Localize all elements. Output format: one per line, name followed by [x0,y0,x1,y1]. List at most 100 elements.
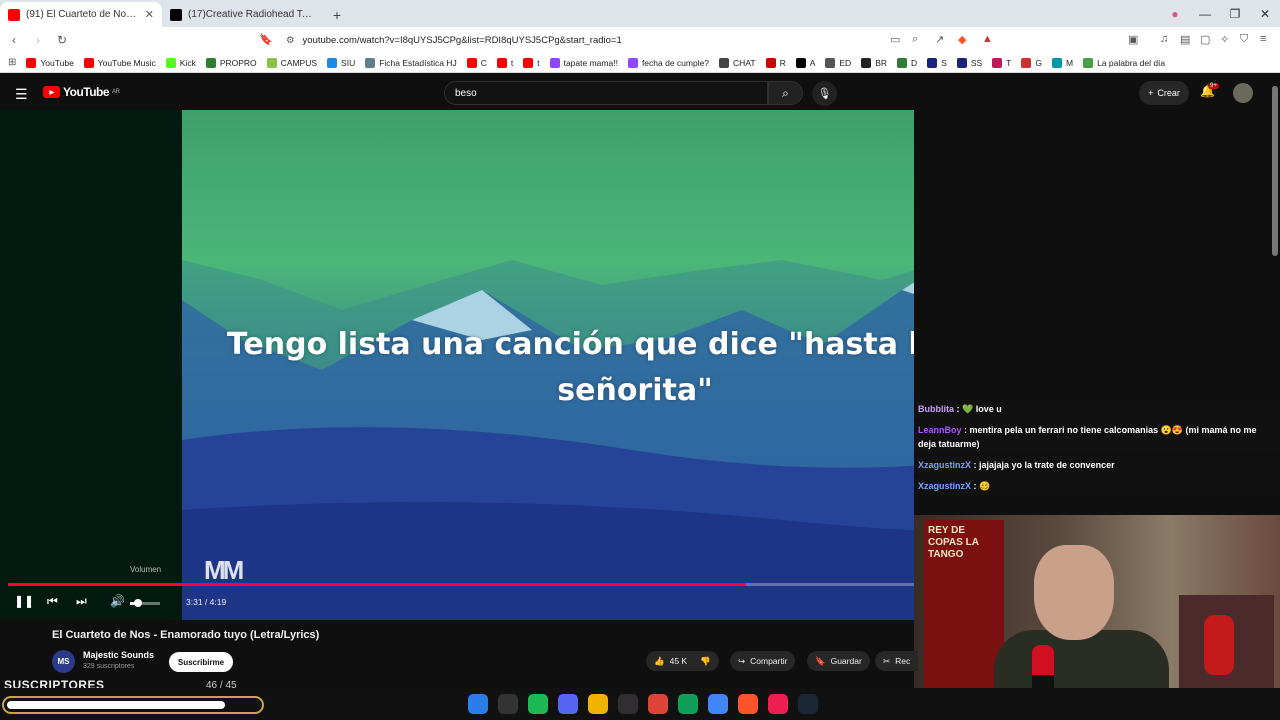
youtube-logo-text: YouTube [63,85,110,99]
bookmark-icon[interactable]: 🔖 [259,33,273,46]
profile-icon[interactable]: ● [1160,7,1190,21]
search-input[interactable]: beso [444,81,768,105]
chat-message: LeannBoy : mentira pela un ferrari no ti… [915,421,1280,453]
spotify-icon[interactable] [528,694,548,714]
next-icon[interactable]: ⏭ [76,594,87,609]
bookmark-item[interactable]: D [897,57,917,68]
bookmark-item[interactable]: M [1051,57,1073,68]
channel-avatar[interactable]: MS [52,650,75,673]
progress-bar[interactable] [8,583,914,586]
close-window-button[interactable]: ✕ [1250,7,1280,21]
bookmark-item[interactable]: S [927,57,947,68]
bookmark-item[interactable]: t [523,57,540,68]
share-icon[interactable]: ↗ [935,33,944,46]
volume-icon[interactable]: 🔊 [110,594,125,608]
tab-tiktok[interactable]: (17)Creative Radiohead Tattoo Desig [162,2,324,27]
bookmark-favicon-icon [365,57,376,68]
channel-name[interactable]: Majestic Sounds [83,650,154,660]
share-button[interactable]: ↪ Compartir [730,651,796,671]
bookmark-item[interactable]: ED [825,57,851,68]
close-tab-icon[interactable]: ✕ [145,8,154,21]
wallet-icon[interactable]: ▢ [1200,33,1210,46]
discord-icon[interactable] [558,694,578,714]
forward-icon[interactable]: › [28,33,48,47]
subscribe-button[interactable]: Suscribirme [169,652,233,672]
scissors-icon: ✂ [883,655,891,666]
search-button[interactable]: ⌕ [768,81,803,105]
account-avatar[interactable] [1233,83,1253,103]
chrome-icon[interactable] [648,694,668,714]
like-button[interactable]: 👍 45 K 👎 [646,651,719,671]
save-label: Guardar [830,656,862,666]
chrome-icon-3[interactable] [708,694,728,714]
apps-icon[interactable]: ⊞ [8,57,16,68]
chrome-icon-2[interactable] [678,694,698,714]
bookmark-item[interactable]: fecha de cumple? [627,57,709,68]
tiktok-icon[interactable] [768,694,788,714]
bookmark-item[interactable]: G [1021,57,1042,68]
bookmark-item[interactable]: Kick [165,57,196,68]
bookmark-item[interactable]: A [795,57,815,68]
bookmark-favicon-icon [26,57,37,68]
vpn-icon[interactable]: ⛉ [1240,33,1248,46]
youtube-logo[interactable]: ▶ YouTube AR [43,85,120,99]
menu-icon[interactable]: ≡ [1260,33,1266,45]
dislike-icon[interactable]: 👎 [700,656,711,667]
steam-icon[interactable] [798,694,818,714]
bookmark-item[interactable]: T [992,57,1011,68]
bookmark-item[interactable]: BR [861,57,887,68]
bookmark-item[interactable]: Ficha Estadística HJ [365,57,457,68]
brave-shield-icon[interactable]: ◆ [958,33,966,46]
pause-icon[interactable]: ❚❚ [14,594,34,608]
folder-icon[interactable] [588,694,608,714]
chat-username: XzagustinzX [918,460,972,470]
new-tab-button[interactable]: + [324,2,350,27]
bookmark-item[interactable]: YouTube [26,57,74,68]
windows-start-icon[interactable] [468,694,488,714]
save-button[interactable]: 🔖 Guardar [807,651,870,671]
volume-knob[interactable] [134,599,142,607]
bookmark-item[interactable]: CAMPUS [266,57,317,68]
reload-icon[interactable]: ↻ [52,33,72,47]
cast-icon[interactable]: ▭ [890,33,900,46]
back-icon[interactable]: ‹ [4,33,24,47]
clip-button[interactable]: ✂ Rec [875,651,919,671]
bookmark-item[interactable]: C [466,57,487,68]
bookmark-favicon-icon [205,57,216,68]
create-button[interactable]: + Crear [1139,81,1189,105]
bookmark-item[interactable]: tapate mama!! [549,57,618,68]
youtube-play-icon: ▶ [43,86,60,98]
bookmark-favicon-icon [825,57,836,68]
video-player[interactable]: Tengo lista una canción que dice "hasta … [0,110,914,620]
bookmark-item[interactable]: SIU [327,57,355,68]
voice-search-button[interactable]: 🎙 [812,81,837,106]
zoom-icon[interactable]: ⌕ [912,33,918,46]
scrollbar-thumb[interactable] [1272,86,1278,256]
like-count: 45 K [669,656,688,666]
tabs-icon[interactable]: ▣ [1128,33,1138,46]
bookmark-item[interactable]: CHAT [719,57,756,68]
bookmark-item[interactable]: SS [956,57,982,68]
music-icon[interactable]: ♫ [1160,33,1168,45]
bookmark-favicon-icon [523,57,534,68]
brave-icon[interactable] [738,694,758,714]
search-icon[interactable] [498,694,518,714]
bookmark-item[interactable]: R [765,57,786,68]
bookmark-label: Kick [179,57,196,68]
leo-icon[interactable]: ✧ [1220,33,1229,46]
hamburger-menu-icon[interactable]: ☰ [15,86,28,103]
subscriber-count: 329 suscriptores [83,663,135,670]
obs-icon[interactable] [618,694,638,714]
site-info-icon[interactable]: ⚙ [286,35,295,46]
previous-icon[interactable]: ⏮ [47,594,58,609]
bookmark-item[interactable]: PROPRO [205,57,257,68]
bookmark-item[interactable]: La palabra del día [1083,57,1165,68]
maximize-button[interactable]: ❐ [1220,7,1250,21]
tab-youtube[interactable]: (91) El Cuarteto de Nos - Ena ✕ [0,2,162,27]
bookmark-item[interactable]: YouTube Music [83,57,156,68]
video-frame[interactable]: Tengo lista una canción que dice "hasta … [182,110,914,620]
minimize-button[interactable]: — [1190,7,1220,21]
sidebar-icon[interactable]: ▤ [1180,33,1190,46]
bookmark-item[interactable]: t [496,57,513,68]
brave-rewards-icon[interactable]: ▲ [982,33,993,45]
